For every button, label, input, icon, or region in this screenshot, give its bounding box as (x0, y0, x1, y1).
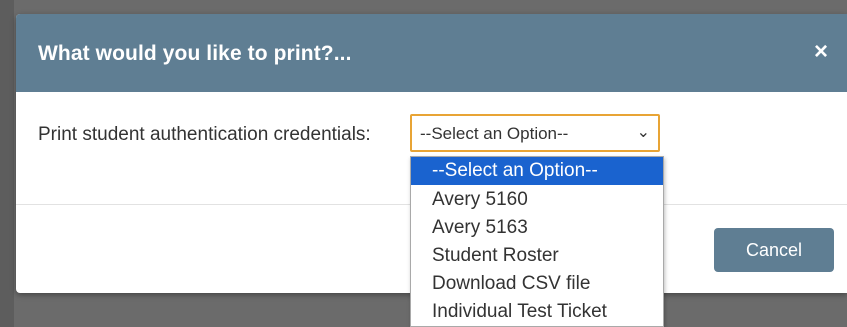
option-student-roster[interactable]: Student Roster (411, 242, 663, 270)
dialog-header: What would you like to print?... × (16, 14, 847, 92)
print-option-select[interactable]: --Select an Option-- ⌄ (410, 114, 660, 152)
option-individual-test-ticket[interactable]: Individual Test Ticket (411, 298, 663, 326)
option-download-csv[interactable]: Download CSV file (411, 270, 663, 298)
close-icon[interactable]: × (809, 40, 833, 64)
select-options-list: --Select an Option-- Avery 5160 Avery 51… (410, 156, 664, 327)
modal-backdrop (0, 0, 14, 327)
option-select-an-option[interactable]: --Select an Option-- (411, 157, 663, 185)
cancel-button[interactable]: Cancel (714, 228, 834, 272)
select-current-value: --Select an Option-- (420, 124, 569, 143)
option-avery-5160[interactable]: Avery 5160 (411, 186, 663, 214)
print-credentials-label: Print student authentication credentials… (38, 124, 371, 145)
chevron-down-icon: ⌄ (636, 124, 650, 141)
dialog-title: What would you like to print?... (38, 42, 352, 65)
option-avery-5163[interactable]: Avery 5163 (411, 214, 663, 242)
